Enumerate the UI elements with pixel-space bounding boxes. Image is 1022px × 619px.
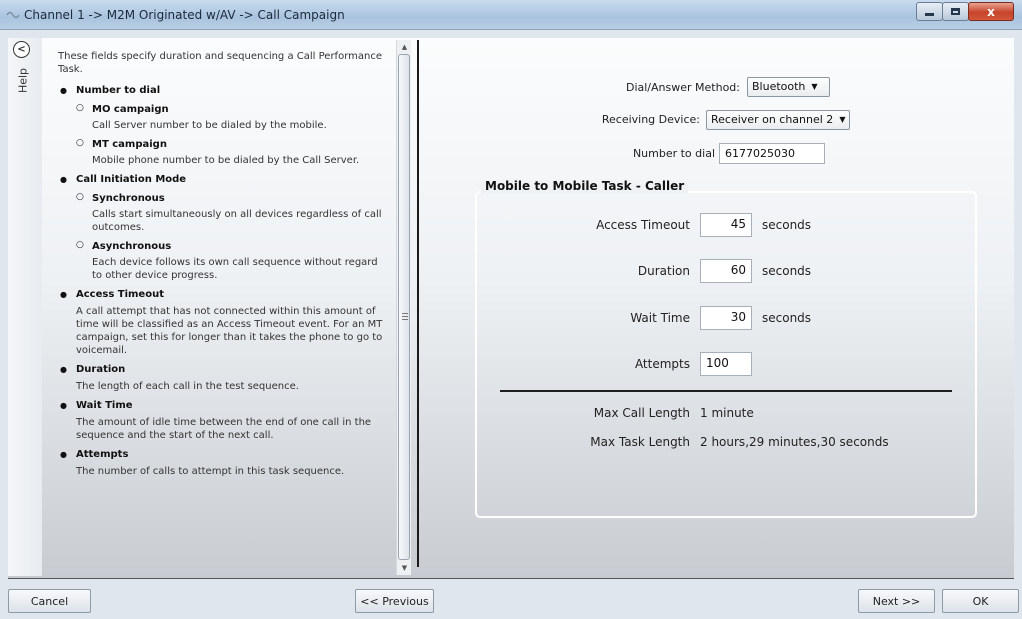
help-scrollbar[interactable]: ▲ ▼ — [396, 40, 411, 575]
access-timeout-input[interactable]: 45 — [700, 213, 752, 237]
help-heading-number-to-dial: Number to dial — [58, 84, 388, 97]
close-icon: x — [987, 4, 995, 19]
window-controls: x — [916, 2, 1014, 21]
minimize-button[interactable] — [916, 2, 943, 21]
max-call-length-value: 1 minute — [700, 406, 754, 420]
task-group-title: Mobile to Mobile Task - Caller — [481, 179, 689, 193]
help-heading-call-initiation: Call Initiation Mode — [58, 173, 388, 186]
collapse-help-icon[interactable]: < — [13, 41, 30, 58]
wait-time-input[interactable]: 30 — [700, 306, 752, 330]
window-title: Channel 1 -> M2M Originated w/AV -> Call… — [24, 8, 345, 22]
duration-label: Duration — [637, 264, 690, 278]
help-text-mt-campaign: Mobile phone number to be dialed by the … — [92, 155, 360, 166]
window-app-icon — [6, 11, 20, 19]
help-content: These fields specify duration and sequen… — [58, 50, 388, 480]
help-heading-wait-time: Wait Time — [58, 399, 388, 412]
scroll-thumb[interactable] — [398, 54, 410, 560]
panel-splitter[interactable] — [417, 40, 419, 567]
help-text-asynchronous: Each device follows its own call sequenc… — [92, 257, 378, 281]
help-heading-duration: Duration — [58, 363, 388, 376]
previous-button[interactable]: << Previous — [355, 589, 434, 613]
wait-time-label: Wait Time — [630, 311, 690, 325]
dial-method-value: Bluetooth — [752, 80, 806, 93]
close-button[interactable]: x — [968, 2, 1014, 21]
receiving-device-value: Receiver on channel 2 — [711, 113, 834, 126]
next-button[interactable]: Next >> — [858, 589, 935, 613]
max-task-length-value: 2 hours,29 minutes,30 seconds — [700, 435, 889, 449]
help-subheading-asynchronous: Asynchronous — [58, 239, 388, 253]
help-heading-attempts: Attempts — [58, 448, 388, 461]
attempts-label: Attempts — [634, 357, 690, 371]
dial-method-select[interactable]: Bluetooth ▼ — [747, 77, 830, 97]
number-to-dial-input[interactable]: 6177025030 — [719, 143, 825, 164]
help-subheading-mt-campaign: MT campaign — [58, 137, 388, 151]
scroll-up-icon[interactable]: ▲ — [397, 40, 412, 54]
task-divider — [500, 390, 952, 392]
access-timeout-unit: seconds — [762, 218, 812, 232]
scroll-grip-icon — [402, 313, 408, 320]
help-text-wait-time: The amount of idle time between the end … — [76, 417, 372, 441]
dial-method-label: Dial/Answer Method: — [625, 81, 740, 94]
help-tab-label[interactable]: Help — [17, 67, 30, 95]
duration-input[interactable]: 60 — [700, 259, 752, 283]
minimize-icon — [925, 13, 934, 16]
number-to-dial-label: Number to dial — [632, 147, 715, 160]
help-text-synchronous: Calls start simultaneously on all device… — [92, 209, 382, 233]
attempts-input[interactable]: 100 — [700, 352, 752, 376]
help-intro: These fields specify duration and sequen… — [58, 51, 382, 75]
chevron-down-icon: ▼ — [839, 115, 846, 124]
help-tab[interactable] — [8, 38, 42, 576]
wait-time-unit: seconds — [762, 311, 812, 325]
chevron-down-icon: ▼ — [811, 82, 818, 91]
max-call-length-label: Max Call Length — [593, 406, 690, 420]
title-bar: Channel 1 -> M2M Originated w/AV -> Call… — [0, 0, 1022, 30]
help-subheading-mo-campaign: MO campaign — [58, 102, 388, 116]
scroll-down-icon[interactable]: ▼ — [397, 561, 412, 575]
bottom-divider — [8, 578, 1014, 579]
maximize-button[interactable] — [942, 2, 969, 21]
help-text-access-timeout: A call attempt that has not connected wi… — [76, 306, 383, 356]
help-text-mo-campaign: Call Server number to be dialed by the m… — [92, 120, 327, 131]
help-subheading-synchronous: Synchronous — [58, 191, 388, 205]
receiving-device-label: Receiving Device: — [601, 113, 700, 126]
maximize-icon — [951, 8, 960, 15]
duration-unit: seconds — [762, 264, 812, 278]
receiving-device-select[interactable]: Receiver on channel 2 ▼ — [706, 110, 850, 130]
help-heading-access-timeout: Access Timeout — [58, 288, 388, 301]
help-text-duration: The length of each call in the test sequ… — [76, 381, 299, 392]
cancel-button[interactable]: Cancel — [8, 589, 91, 613]
access-timeout-label: Access Timeout — [596, 218, 690, 232]
help-text-attempts: The number of calls to attempt in this t… — [76, 466, 345, 477]
max-task-length-label: Max Task Length — [590, 435, 690, 449]
ok-button[interactable]: OK — [942, 589, 1019, 613]
